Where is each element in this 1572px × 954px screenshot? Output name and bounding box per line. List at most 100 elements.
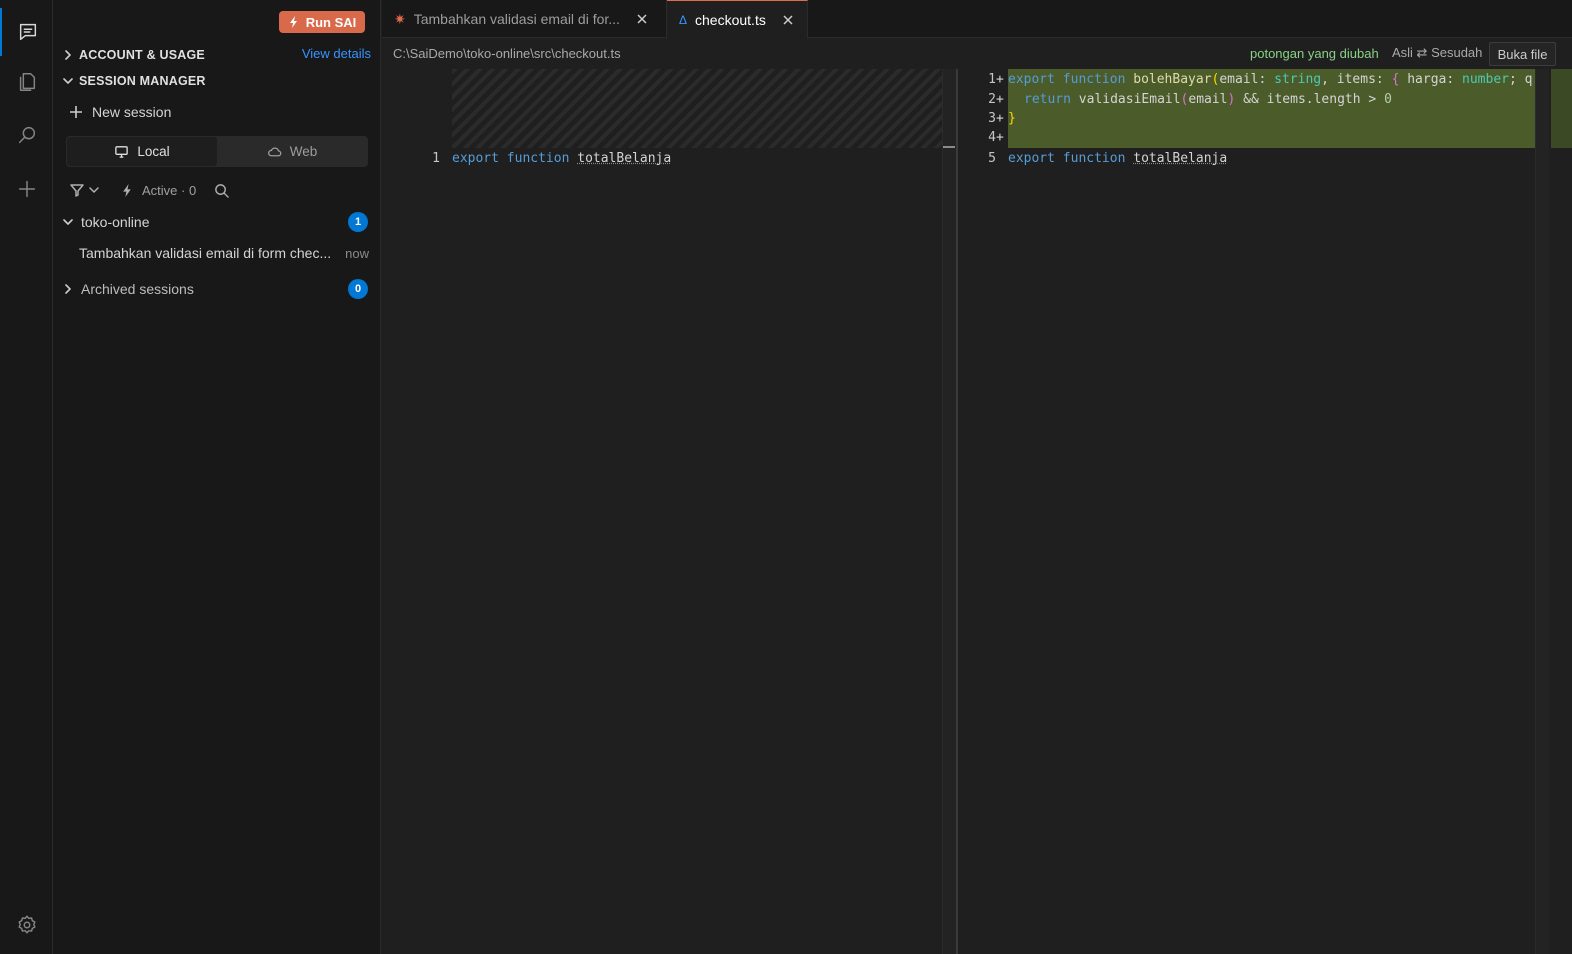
local-tab[interactable]: Local <box>67 137 217 166</box>
local-label: Local <box>137 144 170 159</box>
chevron-down-icon <box>63 78 73 84</box>
gear-icon[interactable] <box>0 901 53 949</box>
search-icon[interactable] <box>214 183 229 198</box>
added-marker: + <box>996 71 1004 87</box>
code-line: 4 + <box>958 127 1572 147</box>
keyword-function: function <box>506 150 570 166</box>
keyword-export: export <box>1008 71 1055 87</box>
session-filter-bar: Active · 0 <box>69 179 229 201</box>
search-icon[interactable] <box>0 111 53 159</box>
original-after-toggle[interactable]: Asli ⇄ Sesudah <box>1392 45 1482 61</box>
keyword-function: function <box>1062 150 1126 166</box>
number-literal: 0 <box>1384 91 1392 107</box>
cloud-icon <box>267 147 282 157</box>
line-number: 3 <box>988 110 996 126</box>
repo-group-toko-online[interactable]: toko-online 1 <box>63 210 368 234</box>
function-name: bolehBayar <box>1133 71 1212 87</box>
close-icon[interactable] <box>782 14 794 26</box>
archived-sessions-group[interactable]: Archived sessions 0 <box>63 277 368 301</box>
line-number: 4 <box>988 129 996 145</box>
changed-hunks-label: potongan yang diubah <box>1250 46 1379 61</box>
code-rest: && items.length > <box>1235 91 1385 107</box>
repo-count-badge: 1 <box>348 212 368 232</box>
new-session-button[interactable]: New session <box>69 101 171 123</box>
param-email: email: <box>1219 71 1275 87</box>
sparkle-icon: ✷ <box>394 10 406 27</box>
tab-session-label: Tambahkan validasi email di for... <box>413 11 620 27</box>
code-line: 3 +} <box>958 108 1572 128</box>
close-icon[interactable] <box>636 13 648 25</box>
archived-label: Archived sessions <box>81 281 194 297</box>
code-line: 1 export function totalBelanja <box>382 148 956 168</box>
field-harga: harga: <box>1399 71 1463 87</box>
keyword-function: function <box>1062 71 1126 87</box>
call-validasi-email: validasiEmail <box>1078 91 1181 107</box>
left-scrollbar[interactable] <box>942 69 956 954</box>
sidebar: Run SAI ACCOUNT & USAGE View details SES… <box>53 0 381 954</box>
tab-checkout-label: checkout.ts <box>695 12 766 28</box>
files-icon[interactable] <box>0 58 53 106</box>
added-marker: + <box>996 129 1004 145</box>
code-line: 5 export function totalBelanja <box>958 148 1572 168</box>
original-editor[interactable]: 1 export function totalBelanja <box>382 69 956 954</box>
web-tab[interactable]: Web <box>217 137 367 166</box>
code-line: 1 + export function bolehBayar(email: stri… <box>958 69 1572 89</box>
code-tail: ; q <box>1509 71 1533 87</box>
session-time: now <box>345 245 369 261</box>
session-manager-label: SESSION MANAGER <box>79 74 206 88</box>
function-name: totalBelanja <box>577 150 672 166</box>
filter-icon[interactable] <box>69 182 85 198</box>
account-usage-label: ACCOUNT & USAGE <box>79 48 205 62</box>
chevron-down-icon[interactable] <box>89 185 99 195</box>
local-web-switch: Local Web <box>66 136 368 167</box>
param-items: , items: <box>1321 71 1392 87</box>
line-number: 1 <box>432 150 440 166</box>
modified-editor[interactable]: 1 + export function bolehBayar(email: stri… <box>958 69 1572 954</box>
session-title: Tambahkan validasi email di form chec... <box>79 245 332 261</box>
added-marker: + <box>996 91 1004 107</box>
chevron-down-icon <box>63 219 73 225</box>
monitor-icon <box>115 146 129 158</box>
editor-tab-bar: ✷ Tambahkan validasi email di for... Δ c… <box>382 0 1572 39</box>
run-sai-label: Run SAI <box>305 14 357 30</box>
account-usage-section[interactable]: ACCOUNT & USAGE <box>63 45 205 65</box>
repo-name: toko-online <box>81 214 150 230</box>
right-scrollbar[interactable] <box>1535 69 1549 954</box>
added-marker: + <box>996 110 1004 126</box>
tab-checkout[interactable]: Δ checkout.ts <box>667 0 808 39</box>
paren-open: ( <box>1211 71 1220 87</box>
active-filter[interactable]: Active · 0 <box>142 183 196 198</box>
lightning-icon <box>123 183 131 197</box>
empty-region <box>452 69 956 148</box>
activity-bar <box>0 0 53 954</box>
file-path: C:\SaiDemo\toko-online\src\checkout.ts <box>393 46 621 61</box>
diff-header: C:\SaiDemo\toko-online\src\checkout.ts p… <box>382 39 1572 69</box>
paren-open: ( <box>1180 91 1189 107</box>
overview-marker <box>943 146 955 148</box>
tab-session[interactable]: ✷ Tambahkan validasi email di for... <box>382 0 667 38</box>
code-line: 2 + return validasiEmail(email) && items.l… <box>958 89 1572 109</box>
keyword-export: export <box>452 150 499 166</box>
view-details-link[interactable]: View details <box>302 46 371 61</box>
type-string: string <box>1274 71 1322 87</box>
brace-open: { <box>1391 71 1400 87</box>
archived-count-badge: 0 <box>348 279 368 299</box>
add-icon[interactable] <box>0 165 53 213</box>
session-manager-section[interactable]: SESSION MANAGER <box>63 71 206 91</box>
brace-close: } <box>1008 110 1016 126</box>
paren-close: ) <box>1227 91 1236 107</box>
session-item[interactable]: Tambahkan validasi email di form chec...… <box>79 241 369 265</box>
call-arg: email <box>1188 91 1228 107</box>
open-file-button[interactable]: Buka file <box>1489 42 1556 66</box>
run-sai-button[interactable]: Run SAI <box>279 11 365 33</box>
line-number: 1 <box>988 71 996 87</box>
new-session-label: New session <box>92 104 172 120</box>
plus-icon <box>70 106 82 118</box>
keyword-return: return <box>1024 91 1071 107</box>
chat-icon[interactable] <box>0 8 53 56</box>
line-number: 5 <box>988 150 996 166</box>
minimap-change-marker <box>1551 69 1572 148</box>
lightning-icon <box>289 16 297 28</box>
function-name: totalBelanja <box>1133 150 1228 166</box>
keyword-export: export <box>1008 150 1055 166</box>
